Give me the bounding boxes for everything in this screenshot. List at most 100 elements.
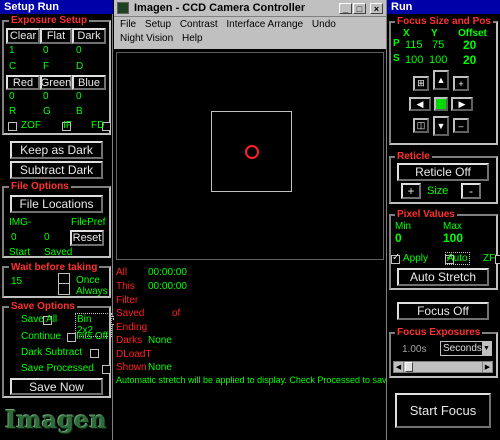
save-options-title: Save Options	[9, 301, 77, 312]
save-now-button[interactable]: Save Now	[10, 378, 103, 395]
min-value[interactable]: 0	[395, 231, 402, 245]
red-button[interactable]: Red	[6, 75, 40, 90]
menu-help[interactable]: Help	[182, 33, 203, 44]
start-label: Start	[9, 247, 31, 258]
status-this-label: This	[116, 281, 135, 292]
zof-checkbox[interactable]	[8, 121, 17, 131]
clear-count: 1	[9, 45, 15, 56]
status-message: Automatic stretch will be applied to dis…	[116, 375, 388, 385]
p-offset-value: 20	[463, 38, 477, 52]
img-prefix-label: IMG-	[9, 217, 32, 228]
menu-interface-arrange[interactable]: Interface Arrange	[226, 19, 303, 30]
reticle-size-minus-button[interactable]: -	[461, 183, 481, 199]
menu-setup[interactable]: Setup	[145, 19, 171, 30]
grow-box-icon[interactable]: ◫	[413, 118, 429, 133]
menu-file[interactable]: File	[120, 19, 136, 30]
status-ending-label: Ending	[116, 322, 148, 333]
zof-label: ZOF	[21, 120, 41, 131]
reset-button[interactable]: Reset	[70, 230, 104, 246]
wait-always-label: Always	[76, 286, 108, 297]
status-row: Ending	[116, 322, 316, 333]
p-y-value: 75	[432, 39, 445, 51]
image-display[interactable]	[116, 52, 384, 260]
start-focus-button[interactable]: Start Focus	[395, 393, 491, 428]
red-count: 0	[9, 91, 15, 102]
menu-bar: File Setup Contrast Interface Arrange Un…	[114, 17, 386, 49]
status-row: This 00:00:00	[116, 281, 316, 292]
imagen-logo: Imagen	[4, 404, 108, 434]
menu-contrast[interactable]: Contrast	[180, 19, 218, 30]
wait-title: Wait before taking	[9, 262, 100, 273]
reticle-title: Reticle	[395, 151, 432, 162]
status-darks-label: Darks	[116, 335, 143, 346]
dark-subtract-checkbox[interactable]	[90, 348, 100, 358]
status-all-value: 00:00:00	[148, 267, 187, 278]
col-y-label: Y	[431, 28, 438, 39]
save-processed-checkbox[interactable]	[102, 364, 112, 374]
slider-thumb[interactable]	[405, 362, 413, 372]
wait-seconds[interactable]: 15	[11, 276, 22, 287]
status-shown-value: None	[148, 362, 172, 373]
minimize-button[interactable]: _	[339, 3, 352, 14]
menu-undo[interactable]: Undo	[312, 19, 336, 30]
main-window-title: Imagen - CCD Camera Controller	[134, 2, 306, 14]
blue-button[interactable]: Blue	[72, 75, 106, 90]
apply-label: Apply	[403, 253, 429, 264]
menu-row-1: File Setup Contrast Interface Arrange Un…	[120, 19, 380, 30]
exposure-time-value[interactable]: 1.00s	[402, 344, 426, 355]
arrow-right-icon[interactable]: ▶	[451, 97, 473, 111]
continue-checkbox[interactable]	[66, 332, 76, 342]
focus-off-button[interactable]: Focus Off	[397, 302, 489, 320]
status-row: ShownNone	[116, 362, 316, 373]
exposure-slider[interactable]: ◀ ▶	[393, 361, 493, 373]
focus-exposures-title: Focus Exposures	[395, 327, 483, 338]
status-readout: All 00:00:00 This 00:00:00 Filter Saved of …	[114, 264, 388, 440]
status-row: Saved of	[116, 308, 316, 319]
clear-letter: C	[9, 61, 17, 72]
run-title: Run	[391, 1, 413, 13]
green-count: 0	[43, 91, 49, 102]
saved-label: Saved	[44, 247, 73, 258]
blue-count: 0	[76, 91, 82, 102]
menu-night-vision[interactable]: Night Vision	[120, 33, 173, 44]
status-row: Filter	[116, 295, 316, 306]
file-locations-button[interactable]: File Locations	[10, 195, 103, 213]
subtract-dark-button[interactable]: Subtract Dark	[10, 161, 103, 179]
arrow-up-icon[interactable]: ▲	[433, 70, 449, 90]
exposure-setup-title: Exposure Setup	[9, 15, 90, 26]
dark-letter: D	[76, 61, 84, 72]
status-filter-label: Filter	[116, 295, 139, 306]
status-saved-value: of	[172, 308, 181, 319]
clear-button[interactable]: Clear	[6, 28, 40, 44]
reticle-toggle-button[interactable]: Reticle Off	[397, 163, 489, 181]
dark-button[interactable]: Dark	[72, 28, 106, 44]
apply-checkbox[interactable]	[391, 252, 400, 264]
keep-as-dark-button[interactable]: Keep as Dark	[10, 141, 103, 159]
s-x-value: 100	[405, 54, 424, 66]
setup-run-title: Setup Run	[4, 1, 59, 13]
zf-checkbox[interactable]	[494, 254, 500, 264]
zf-label: ZF	[483, 253, 496, 264]
arrow-down-icon[interactable]: ▼	[433, 116, 449, 136]
wait-spinner[interactable]	[58, 273, 70, 295]
close-button[interactable]: ×	[370, 3, 383, 14]
minus-size-icon[interactable]: –	[453, 118, 469, 133]
red-letter: R	[9, 106, 17, 117]
imagen-logo-text: Imagen	[5, 404, 107, 434]
center-button[interactable]	[434, 97, 448, 111]
maximize-button[interactable]: □	[353, 3, 366, 14]
green-button[interactable]: Green	[40, 75, 72, 90]
file-pref-label: FilePref	[71, 217, 106, 228]
exposure-unit-select[interactable]: Seconds ▼	[440, 341, 492, 356]
auto-stretch-button[interactable]: Auto Stretch	[397, 268, 489, 286]
status-all-label: All	[116, 267, 128, 278]
slider-right-arrow-icon[interactable]: ▶	[482, 362, 492, 372]
reticle-size-plus-button[interactable]: +	[401, 183, 421, 199]
arrow-left-icon[interactable]: ◀	[409, 97, 431, 111]
slider-left-arrow-icon[interactable]: ◀	[394, 362, 404, 372]
row-s-label: S	[393, 53, 400, 64]
max-value[interactable]: 100	[443, 231, 463, 245]
shrink-box-icon[interactable]: ⊞	[413, 76, 429, 91]
flat-button[interactable]: Flat	[40, 28, 72, 44]
plus-size-icon[interactable]: +	[453, 76, 469, 91]
